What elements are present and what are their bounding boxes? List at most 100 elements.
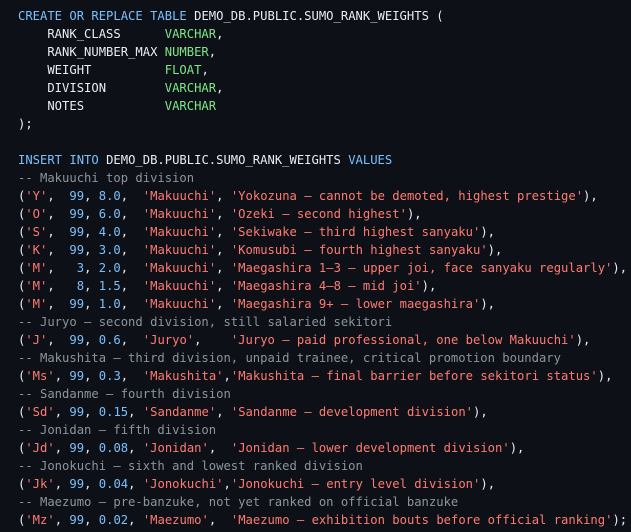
sql-type: FLOAT [164, 63, 202, 77]
sql-punctuation: , [216, 207, 231, 221]
sql-comment: -- Makuuchi top division [18, 171, 195, 185]
code-line: ('J', 99, 0.6, 'Juryo', 'Juryo — paid pr… [18, 331, 631, 349]
sql-punctuation: , [84, 369, 99, 383]
sql-number: 1.5 [98, 279, 121, 293]
sql-type: VARCHAR [164, 99, 217, 113]
sql-identifier: WEIGHT [18, 63, 165, 77]
code-line: -- Makushita — third division, unpaid tr… [18, 349, 631, 367]
sql-number: 99 [69, 297, 85, 311]
sql-string: 'Jd' [25, 441, 55, 455]
sql-punctuation: ); [18, 117, 33, 131]
sql-string: 'Yokozuna — cannot be demoted, highest p… [230, 189, 584, 203]
sql-string: 'Makushita' [142, 369, 224, 383]
sql-string: 'Jonokuchi' [142, 477, 224, 491]
sql-comment: -- Makushita — third division, unpaid tr… [18, 351, 561, 365]
sql-punctuation: , [47, 207, 70, 221]
sql-punctuation: , [47, 261, 77, 275]
sql-comment: -- Juryo — second division, still salari… [18, 315, 393, 329]
sql-string: 'Makuuchi' [142, 297, 217, 311]
code-line: DIVISION VARCHAR, [18, 79, 631, 97]
sql-string: 'Maegashira 4–8 — mid joi' [230, 279, 422, 293]
sql-punctuation: , [194, 333, 231, 347]
sql-string: 'O' [25, 207, 48, 221]
sql-punctuation: , [120, 225, 143, 239]
code-line: -- Makuuchi top division [18, 169, 631, 187]
sql-string: 'Jk' [25, 477, 55, 491]
sql-punctuation: , [47, 189, 70, 203]
sql-string: 'Y' [25, 189, 48, 203]
sql-string: 'Juryo' [142, 333, 195, 347]
code-line: ('Mz', 99, 0.02, 'Maezumo', 'Maezumo — e… [18, 511, 631, 529]
sql-punctuation: , [216, 81, 224, 95]
sql-string: 'Makuuchi' [142, 243, 217, 257]
sql-punctuation: ); [612, 513, 628, 527]
sql-punctuation: , [223, 369, 231, 383]
sql-keyword: VALUES [348, 153, 393, 167]
sql-number: 99 [69, 369, 85, 383]
sql-comment: -- Jonokuchi — sixth and lowest ranked d… [18, 459, 363, 473]
sql-punctuation: ), [473, 405, 488, 419]
sql-punctuation: , [128, 441, 143, 455]
sql-number: 0.08 [98, 441, 129, 455]
code-line: NOTES VARCHAR [18, 97, 631, 115]
sql-identifier: NOTES [18, 99, 165, 113]
sql-punctuation: ), [597, 369, 613, 383]
sql-punctuation: , [208, 513, 231, 527]
sql-punctuation: , [47, 279, 77, 293]
sql-comment: -- Sandanme — fourth division [18, 387, 231, 401]
code-line: ('Y', 99, 8.0, 'Makuuchi', 'Yokozuna — c… [18, 187, 631, 205]
sql-punctuation: , [47, 333, 70, 347]
sql-string: 'Jonokuchi — entry level division' [230, 477, 481, 491]
sql-string: 'Sandanme' [142, 405, 217, 419]
sql-identifier: RANK_NUMBER_MAX [18, 45, 165, 59]
code-line: RANK_CLASS VARCHAR, [18, 25, 631, 43]
sql-punctuation: , [216, 261, 231, 275]
sql-punctuation: , [84, 261, 99, 275]
sql-string: 'Makuuchi' [142, 261, 217, 275]
code-line: ('Ms', 99, 0.3, 'Makushita','Makushita —… [18, 367, 631, 385]
sql-punctuation: , [120, 261, 143, 275]
sql-punctuation: ), [480, 297, 496, 311]
code-line: ('Sd', 99, 0.15, 'Sandanme', 'Sandanme —… [18, 403, 631, 421]
sql-string: 'Ozeki — second highest' [230, 207, 407, 221]
sql-punctuation: , [84, 513, 99, 527]
sql-string: 'Maegashira 1–3 — upper joi, face sanyak… [230, 261, 613, 275]
code-line: -- Jonokuchi — sixth and lowest ranked d… [18, 457, 631, 475]
sql-punctuation: ), [480, 225, 496, 239]
sql-punctuation: , [54, 441, 70, 455]
sql-punctuation: , [84, 243, 99, 257]
sql-punctuation: ), [421, 279, 437, 293]
sql-number: 3.0 [98, 243, 121, 257]
sql-identifier: RANK_CLASS [18, 27, 165, 41]
sql-number: 0.6 [98, 333, 121, 347]
sql-string: 'Makuuchi' [142, 207, 217, 221]
sql-string: 'K' [25, 243, 48, 257]
sql-punctuation: , [120, 279, 143, 293]
sql-number: 99 [69, 243, 85, 257]
sql-type: VARCHAR [164, 27, 217, 41]
sql-punctuation: ), [480, 477, 496, 491]
sql-type: NUMBER [164, 45, 209, 59]
sql-punctuation: , [54, 405, 70, 419]
sql-number: 6.0 [98, 207, 121, 221]
sql-number: 99 [69, 333, 85, 347]
code-line: WEIGHT FLOAT, [18, 61, 631, 79]
sql-number: 99 [69, 207, 85, 221]
sql-comment: -- Maezumo — pre-banzuke, not yet ranked… [18, 495, 459, 509]
sql-identifier: DIVISION [18, 81, 165, 95]
sql-punctuation: , [84, 189, 99, 203]
sql-punctuation: , [120, 207, 143, 221]
code-editor[interactable]: CREATE OR REPLACE TABLE DEMO_DB.PUBLIC.S… [0, 0, 631, 532]
sql-string: 'M' [25, 261, 48, 275]
code-line: ('M', 3, 2.0, 'Makuuchi', 'Maegashira 1–… [18, 259, 631, 277]
sql-punctuation: , [54, 477, 70, 491]
sql-number: 99 [69, 405, 85, 419]
sql-string: 'Ms' [25, 369, 55, 383]
sql-punctuation: , [201, 63, 209, 77]
sql-punctuation: , [120, 333, 143, 347]
sql-punctuation: , [47, 225, 70, 239]
sql-punctuation: , [54, 513, 70, 527]
sql-punctuation: , [216, 225, 231, 239]
code-line: ('Jk', 99, 0.04, 'Jonokuchi','Jonokuchi … [18, 475, 631, 493]
code-line: CREATE OR REPLACE TABLE DEMO_DB.PUBLIC.S… [18, 7, 631, 25]
